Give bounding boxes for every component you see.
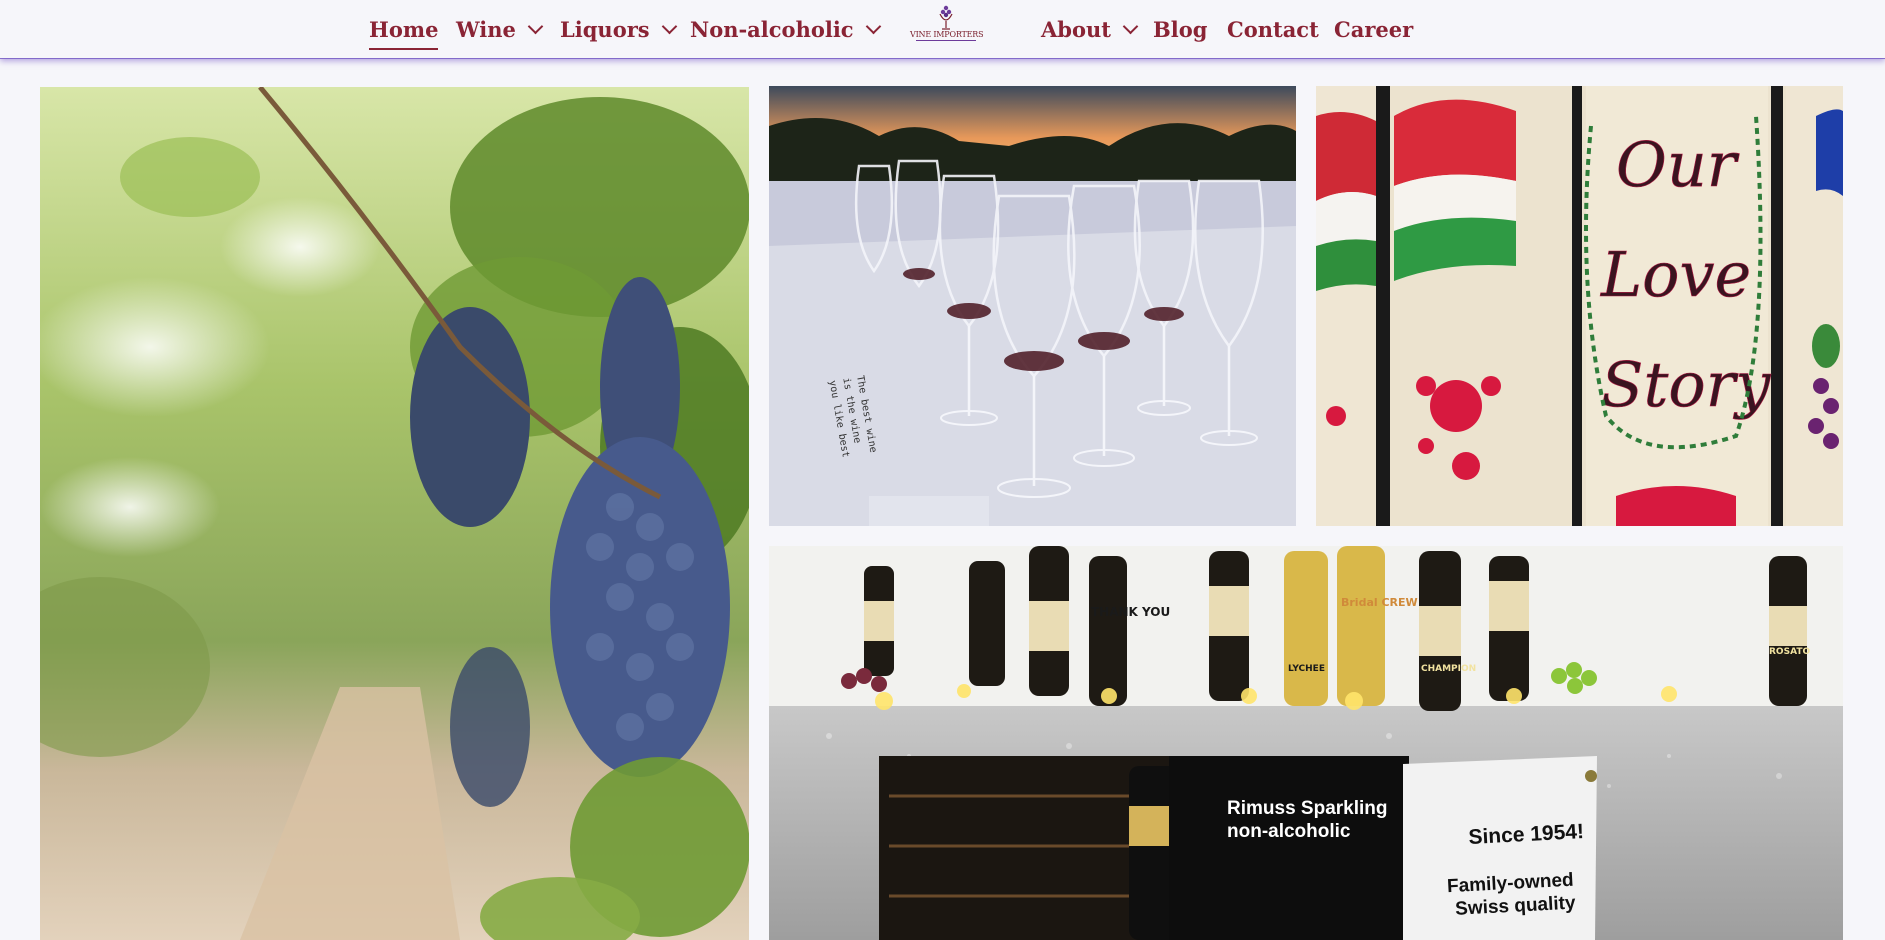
bottle-label-champion: CHAMPION: [1421, 664, 1476, 674]
chevron-down-icon: [1122, 18, 1139, 34]
sign-word-our: Our: [1616, 128, 1740, 201]
sign-word-story: Story: [1601, 348, 1771, 421]
wine-display-table-photo: THANK YOU LYCHEE Bridal CREW CHAMPION RO…: [769, 546, 1843, 940]
nav-career-label: Career: [1334, 16, 1414, 42]
banner-title-line-1: Rimuss Sparkling: [1227, 798, 1388, 819]
chevron-down-icon: [865, 18, 881, 34]
bottle-label-lychee: LYCHEE: [1288, 664, 1325, 674]
nav-non-alcoholic[interactable]: Non-alcoholic: [690, 14, 881, 44]
bottle-label-thank-you: THANK YOU: [1091, 605, 1170, 619]
nav-about[interactable]: About: [1041, 14, 1139, 44]
our-love-story-sign-photo: Our Love Story: [1316, 86, 1843, 526]
nav-blog[interactable]: Blog: [1153, 14, 1207, 44]
sign-word-love: Love: [1600, 238, 1751, 311]
nav-contact-label: Contact: [1227, 16, 1319, 42]
nav-career[interactable]: Career: [1334, 14, 1413, 44]
nav-liquors-label: Liquors: [560, 16, 650, 42]
nav-home-label: Home: [369, 16, 439, 42]
site-logo[interactable]: VINE IMPORTERS: [910, 4, 984, 54]
chevron-down-icon: [527, 18, 544, 34]
vineyard-grapes-photo: [40, 87, 749, 940]
wine-glasses-sunset-photo: The best wine is the wine you like best: [769, 86, 1296, 526]
nav-blog-label: Blog: [1153, 16, 1208, 42]
nav-wine[interactable]: Wine: [456, 14, 544, 44]
nav-liquors[interactable]: Liquors: [560, 14, 677, 44]
nav-non-alcoholic-label: Non-alcoholic: [690, 16, 854, 42]
bottle-label-bridal-crew: Bridal CREW: [1341, 596, 1418, 609]
nav-contact[interactable]: Contact: [1227, 14, 1319, 44]
nav-home[interactable]: Home: [369, 14, 439, 50]
wine-glass-logo-icon: [939, 5, 953, 30]
bottle-label-rosato: ROSATO: [1769, 647, 1810, 657]
top-navbar: Home Wine Liquors Non-alcoholic VINE IMP…: [0, 0, 1885, 58]
chevron-down-icon: [661, 18, 677, 34]
logo-divider: [916, 40, 976, 41]
logo-text: VINE IMPORTERS: [910, 30, 984, 39]
nav-wine-label: Wine: [456, 16, 516, 42]
nav-about-label: About: [1041, 16, 1111, 42]
banner-title-line-2: non-alcoholic: [1227, 821, 1351, 842]
